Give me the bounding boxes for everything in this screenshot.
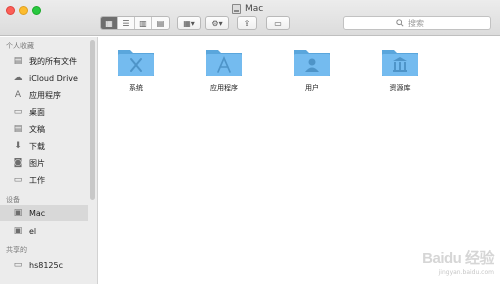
sidebar-item-el[interactable]: ▣ el [0, 223, 88, 239]
users-folder-icon [294, 50, 330, 76]
sidebar-item-pictures[interactable]: ◙ 图片 [0, 155, 88, 171]
sidebar-item-label: hs8125c [29, 260, 63, 270]
folder-label: 用户 [305, 84, 319, 92]
sidebar-item-label: 下载 [29, 141, 45, 151]
sidebar-item-label: 桌面 [29, 107, 45, 117]
folder-applications[interactable]: 应用程序 [194, 45, 254, 93]
group-by-button[interactable]: ▦▾ [177, 16, 201, 30]
list-view-button[interactable]: ☰ [118, 17, 135, 29]
search-input[interactable] [408, 18, 438, 28]
desktop-icon: ▭ [13, 106, 23, 117]
download-icon: ⬇ [14, 140, 22, 151]
window-title-text: Mac [245, 4, 264, 14]
search-field[interactable] [343, 16, 491, 30]
sidebar-item-work[interactable]: ▭ 工作 [0, 172, 88, 188]
folder-label: 应用程序 [210, 84, 238, 92]
sidebar-scrollbar[interactable] [90, 40, 95, 200]
watermark-logo: Baidu 经验 [422, 250, 494, 267]
sidebar-item-label: 文稿 [29, 124, 45, 134]
folder-users[interactable]: 用户 [282, 45, 342, 93]
window-title: Mac [232, 3, 263, 15]
sidebar-item-applications[interactable]: A 应用程序 [0, 87, 88, 103]
disk-icon: ▣ [13, 225, 23, 236]
system-folder-icon [118, 50, 154, 76]
all-files-icon: ▤ [13, 55, 23, 66]
watermark-site: jingyan.baidu.com [438, 269, 494, 276]
search-icon [396, 19, 404, 27]
disk-icon: ▣ [13, 207, 23, 218]
sidebar-item-label: 我的所有文件 [29, 56, 77, 66]
folder-library[interactable]: 资源库 [370, 45, 430, 93]
sidebar-item-all-files[interactable]: ▤ 我的所有文件 [0, 53, 88, 69]
sidebar-item-label: Mac [29, 208, 46, 218]
applications-folder-icon [206, 50, 242, 76]
icon-view-button[interactable]: ▦ [101, 17, 118, 29]
sidebar-item-label: 应用程序 [29, 90, 61, 100]
sidebar-item-label: iCloud Drive [29, 73, 78, 83]
file-grid: 系统 应用程序 用户 资源库 Baidu 经验 jingyan.baidu.co… [99, 37, 500, 284]
toolbar: Mac ▦ ☰ ▥ ▤ ▦▾ ⚙▾ ⇪ ▭ [0, 0, 500, 36]
sidebar-item-label: 图片 [29, 158, 45, 168]
tag-button[interactable]: ▭ [266, 16, 290, 30]
minimize-window-button[interactable] [19, 6, 28, 15]
sidebar: 个人收藏 ▤ 我的所有文件 ☁ iCloud Drive A 应用程序 ▭ 桌面… [0, 37, 98, 284]
sidebar-item-mac[interactable]: ▣ Mac [0, 205, 88, 221]
favorites-section-label: 个人收藏 [6, 42, 34, 50]
zoom-window-button[interactable] [32, 6, 41, 15]
shared-section-label: 共享的 [6, 246, 27, 254]
view-mode-segmented: ▦ ☰ ▥ ▤ [100, 16, 170, 30]
sidebar-item-desktop[interactable]: ▭ 桌面 [0, 104, 88, 120]
pictures-icon: ◙ [13, 157, 23, 168]
watermark: Baidu 经验 jingyan.baidu.com [422, 247, 494, 276]
finder-window: Mac ▦ ☰ ▥ ▤ ▦▾ ⚙▾ ⇪ ▭ 个人收藏 ▤ 我的所有文件 ☁ [0, 0, 500, 284]
applications-icon: A [14, 89, 22, 100]
cloud-icon: ☁ [13, 72, 23, 83]
disk-icon [232, 4, 241, 14]
documents-icon: ▤ [13, 123, 23, 134]
folder-system[interactable]: 系统 [106, 45, 166, 93]
column-view-button[interactable]: ▥ [135, 17, 152, 29]
share-button[interactable]: ⇪ [237, 16, 257, 30]
action-gear-button[interactable]: ⚙▾ [205, 16, 229, 30]
devices-section-label: 设备 [6, 196, 20, 204]
folder-label: 系统 [129, 84, 143, 92]
sidebar-item-label: 工作 [29, 175, 45, 185]
close-window-button[interactable] [6, 6, 15, 15]
sidebar-item-icloud[interactable]: ☁ iCloud Drive [0, 70, 88, 86]
folder-icon: ▭ [13, 174, 23, 185]
gallery-view-button[interactable]: ▤ [152, 17, 169, 29]
sidebar-item-downloads[interactable]: ⬇ 下载 [0, 138, 88, 154]
sidebar-item-hs8125c[interactable]: ▭ hs8125c [0, 257, 88, 273]
display-icon: ▭ [13, 259, 23, 270]
library-folder-icon [382, 50, 418, 76]
sidebar-item-label: el [29, 226, 37, 236]
sidebar-item-documents[interactable]: ▤ 文稿 [0, 121, 88, 137]
folder-label: 资源库 [389, 84, 411, 92]
